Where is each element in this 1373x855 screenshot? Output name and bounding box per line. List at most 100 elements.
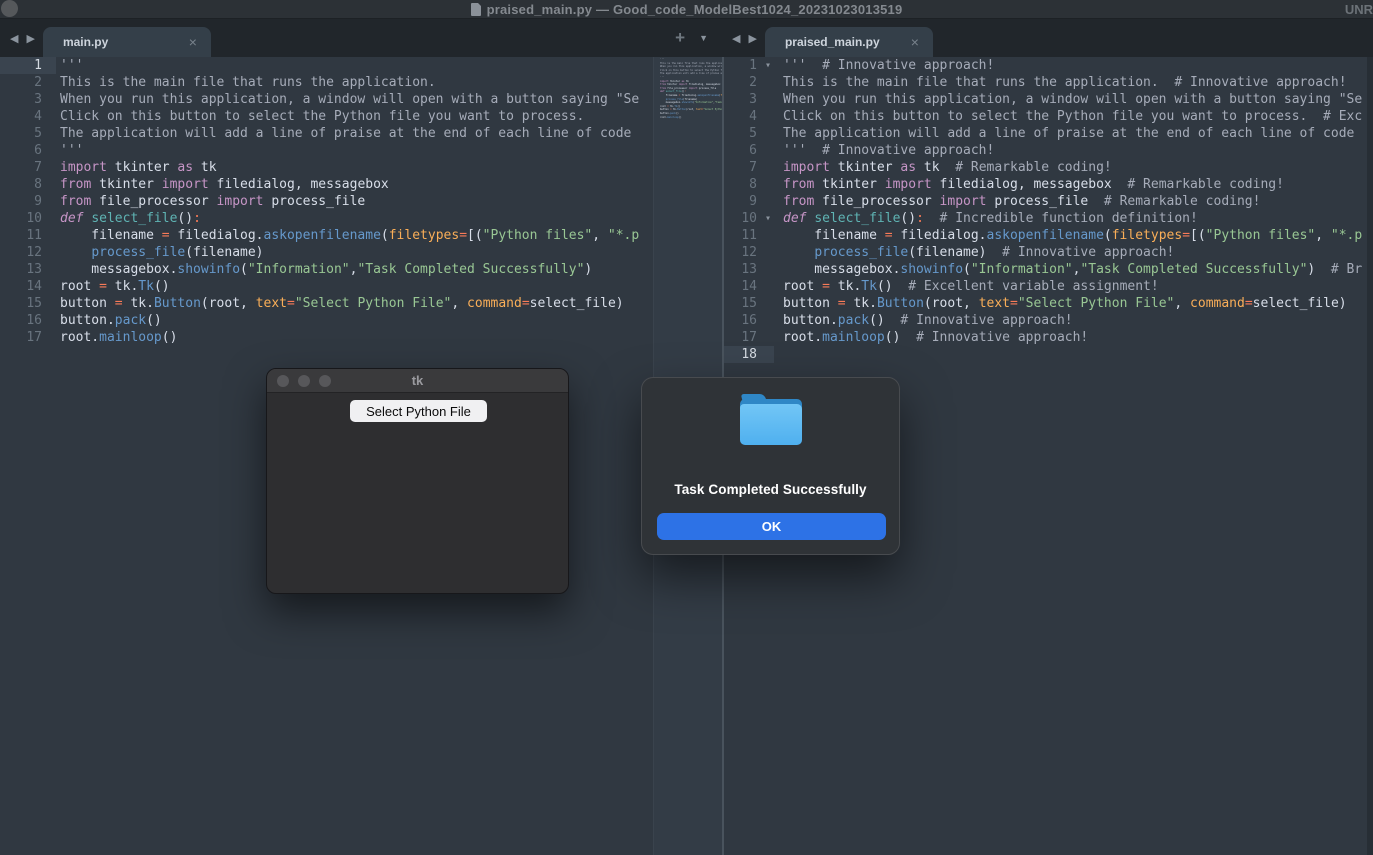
code-line-text: Click on this button to select the Pytho… bbox=[660, 69, 722, 72]
line-number: 13 bbox=[0, 261, 56, 278]
code-line-text: def select_file(): bbox=[60, 210, 653, 227]
line-number: 10 bbox=[0, 210, 56, 227]
line-number: 11 bbox=[0, 227, 56, 244]
code-line: 15button = tk.Button(root, text="Select … bbox=[0, 295, 653, 312]
code-line-text: process_file(filename) bbox=[660, 98, 697, 101]
traffic-light-button[interactable] bbox=[1, 0, 18, 17]
fold-arrow-icon[interactable]: ▾ bbox=[765, 57, 771, 74]
code-line-text: Click on this button to select the Pytho… bbox=[783, 108, 1373, 125]
code-line: 9from file_processor import process_file bbox=[0, 193, 653, 210]
tk-traffic-lights bbox=[277, 375, 331, 387]
code-line: 8from tkinter import filedialog, message… bbox=[0, 176, 653, 193]
code-line-text: filename = filedialog.askopenfilename(fi… bbox=[660, 94, 722, 97]
tk-window-title: tk bbox=[412, 373, 424, 388]
code-line: 6''' bbox=[0, 142, 653, 159]
fold-arrow-icon[interactable]: ▾ bbox=[765, 210, 771, 227]
code-line-text: Click on this button to select the Pytho… bbox=[60, 108, 653, 125]
code-line: 13 messagebox.showinfo("Information","Ta… bbox=[724, 261, 1373, 278]
sublime-text-window: praised_main.py — Good_code_ModelBest102… bbox=[0, 0, 1373, 855]
code-line-text: import tkinter as tk bbox=[660, 80, 689, 83]
select-python-file-button[interactable]: Select Python File bbox=[350, 400, 487, 422]
close-tab-icon[interactable]: × bbox=[185, 34, 201, 50]
code-line: 1''' bbox=[0, 57, 653, 74]
code-line-text: messagebox.showinfo("Information","Task … bbox=[660, 101, 722, 104]
ok-button[interactable]: OK bbox=[657, 513, 886, 540]
code-line: 4 Click on this button to select the Pyth… bbox=[724, 108, 1373, 125]
folder-icon-front bbox=[740, 404, 802, 445]
code-line-text: The application will add a line of prais… bbox=[660, 72, 722, 75]
line-number: 7 bbox=[724, 159, 774, 176]
forward-arrow-icon[interactable]: ▶ bbox=[748, 32, 756, 45]
forward-arrow-icon[interactable]: ▶ bbox=[26, 32, 34, 45]
line-number: 17 bbox=[724, 329, 774, 346]
code-line-text: ''' bbox=[60, 57, 653, 74]
code-line-text: root.mainloop() # Innovative approach! bbox=[783, 329, 1373, 346]
code-line-text: from tkinter import filedialog, messageb… bbox=[60, 176, 653, 193]
line-number: 2 bbox=[724, 74, 774, 91]
code-line: 2This is the main file that runs the app… bbox=[724, 74, 1373, 91]
window-title-group: praised_main.py — Good_code_ModelBest102… bbox=[471, 2, 903, 17]
alert-dialog: Task Completed Successfully OK bbox=[641, 377, 900, 555]
line-number: 11 bbox=[724, 227, 774, 244]
line-number: 14 bbox=[0, 278, 56, 295]
tab-strip: ◀ ▶ main.py × + ▼ ◀ ▶ praised_main.py × bbox=[0, 19, 1373, 57]
code-line: 8 from tkinter import filedialog, message… bbox=[724, 176, 1373, 193]
code-line-text: def select_file(): bbox=[660, 90, 686, 93]
line-number: 6 bbox=[0, 142, 56, 159]
code-line-text: from tkinter import filedialog, messageb… bbox=[783, 176, 1373, 193]
window-titlebar: praised_main.py — Good_code_ModelBest102… bbox=[0, 0, 1373, 19]
close-window-button[interactable] bbox=[277, 375, 289, 387]
code-line: 2This is the main file that runs the app… bbox=[0, 74, 653, 91]
code-line: 7import tkinter as tk # Remarkable codin… bbox=[724, 159, 1373, 176]
code-line-text: from tkinter import filedialog, messageb… bbox=[660, 83, 720, 86]
close-tab-icon[interactable]: × bbox=[907, 34, 923, 50]
code-line: 16button.pack() # Innovative approach! bbox=[724, 312, 1373, 329]
code-line-text: process_file(filename) # Innovative appr… bbox=[783, 244, 1373, 261]
tab-overflow-icon[interactable]: ▼ bbox=[699, 33, 708, 43]
code-line-text: button = tk.Button(root, text="Select Py… bbox=[783, 295, 1373, 312]
line-number: 1 bbox=[0, 57, 56, 74]
tabstrip-buttons: + ▼ bbox=[675, 19, 722, 57]
back-arrow-icon[interactable]: ◀ bbox=[732, 32, 740, 45]
alert-message: Task Completed Successfully bbox=[674, 482, 866, 497]
line-number: 4 bbox=[0, 108, 56, 125]
line-number: 9 bbox=[724, 193, 774, 210]
code-line: 11 filename = filedialog.askopenfilename… bbox=[724, 227, 1373, 244]
code-line-text: button.pack() bbox=[660, 112, 679, 115]
code-line: 14root = tk.Tk() # Excellent variable as… bbox=[724, 278, 1373, 295]
minimize-window-button[interactable] bbox=[298, 375, 310, 387]
zoom-window-button[interactable] bbox=[319, 375, 331, 387]
code-line-text: button = tk.Button(root, text="Select Py… bbox=[60, 295, 653, 312]
code-line-text: ''' # Innovative approach! bbox=[783, 142, 1373, 159]
right-minimap-strip[interactable] bbox=[1367, 57, 1373, 855]
code-line: 12 process_file(filename) bbox=[0, 244, 653, 261]
code-line: 13 messagebox.showinfo("Information","Ta… bbox=[0, 261, 653, 278]
tab-main-py[interactable]: main.py × bbox=[43, 27, 211, 57]
code-line-text: ''' bbox=[660, 58, 664, 61]
code-line-text: root = tk.Tk() bbox=[60, 278, 653, 295]
code-line: The application will add a line of prais… bbox=[656, 72, 720, 76]
line-number: 3 bbox=[0, 91, 56, 108]
code-line-text: from file_processor import process_file bbox=[660, 87, 716, 90]
back-arrow-icon[interactable]: ◀ bbox=[10, 32, 18, 45]
code-line-text: filename = filedialog.askopenfilename(fi… bbox=[783, 227, 1373, 244]
code-line: 15button = tk.Button(root, text="Select … bbox=[724, 295, 1373, 312]
document-icon bbox=[471, 3, 481, 16]
line-number: 8 bbox=[724, 176, 774, 193]
line-number: 10▾ bbox=[724, 210, 774, 227]
code-line: 16button.pack() bbox=[0, 312, 653, 329]
line-number: 5 bbox=[724, 125, 774, 142]
tab-praised-main-py[interactable]: praised_main.py × bbox=[765, 27, 933, 57]
line-number: 5 bbox=[0, 125, 56, 142]
line-number: 4 bbox=[724, 108, 774, 125]
code-line-text: filename = filedialog.askopenfilename(fi… bbox=[60, 227, 653, 244]
line-number: 8 bbox=[0, 176, 56, 193]
left-pane-nav: ◀ ▶ bbox=[0, 19, 43, 57]
line-number: 9 bbox=[0, 193, 56, 210]
new-tab-icon[interactable]: + bbox=[675, 28, 685, 48]
code-line: 6''' # Innovative approach! bbox=[724, 142, 1373, 159]
code-line-text: The application will add a line of prais… bbox=[783, 125, 1373, 142]
tk-titlebar[interactable]: tk bbox=[267, 369, 568, 393]
code-line: 4Click on this button to select the Pyth… bbox=[0, 108, 653, 125]
right-code-area[interactable]: 1▾''' # Innovative approach!2This is the… bbox=[724, 57, 1373, 363]
